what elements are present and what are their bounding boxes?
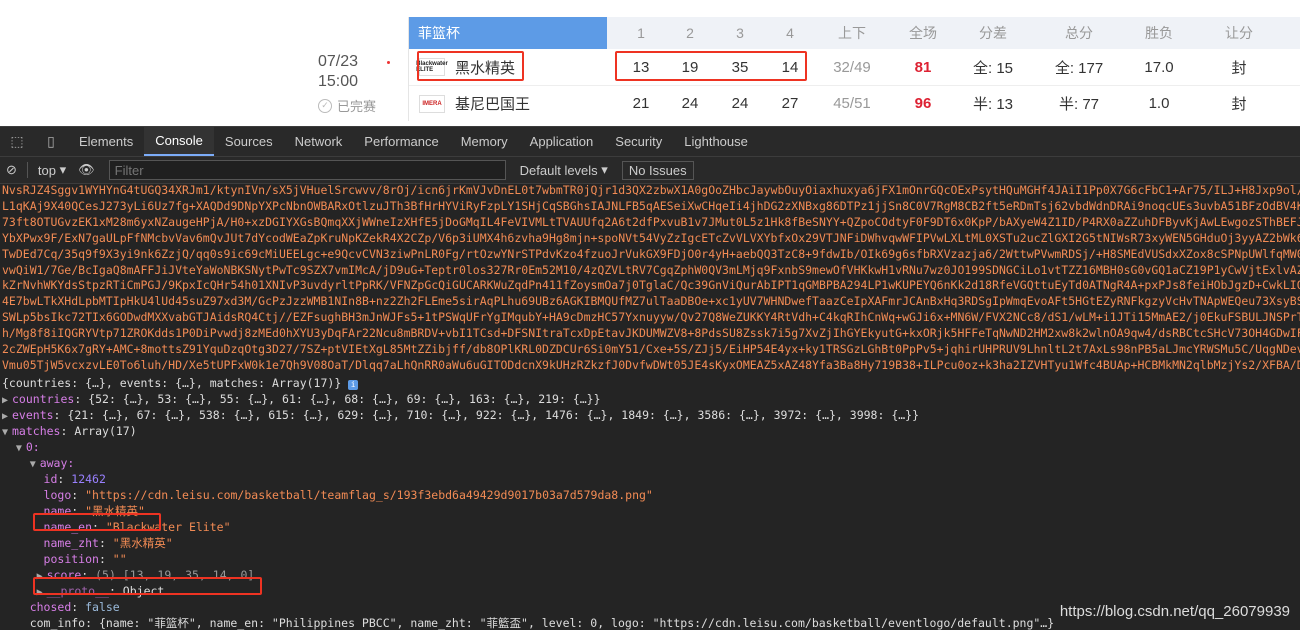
score-handicap: 封 [1231,96,1247,113]
match-date: 07/23 [318,53,359,70]
tab-elements[interactable]: Elements [68,127,144,156]
encoded-string-output: NvsRJZ4Sggv1WYHYnG4tUGQ34XRJm1/ktynIVn/s… [0,183,1300,375]
score-diff: 半: 13 [972,96,1014,113]
watermark: https://blog.csdn.net/qq_26079939 [1059,603,1290,620]
header-q3: 3 [736,25,744,41]
toolbar-divider [26,162,28,178]
tree-field-name-en[interactable]: name_en: "Blackwater Elite" [0,519,1300,535]
clear-console-icon[interactable]: ⊘ [0,162,23,178]
away-fields: id: 12462 logo: "https://cdn.leisu.com/b… [0,471,1300,567]
header-win-loss: 胜负 [1145,25,1173,41]
score-win-loss: 17.0 [1144,58,1174,76]
tab-security[interactable]: Security [604,127,673,156]
score-table: 菲篮杯 1 2 3 4 上下 全场 分差 总分 胜负 让分 Blackwater… [408,17,1300,121]
score-q1: 21 [632,95,650,112]
tree-matches[interactable]: ▼ matches: Array(17) [0,423,1300,439]
check-circle-icon: ✓ [318,98,332,113]
encoded-line: kZrNvhWKYdsStpzRTiCmPGJ/9KpxIcQHr54h01XN… [2,278,1300,293]
encoded-line: 2cZWEpH5K6x7gRY+AMC+8mottsZ91YquDzqOtg3D… [2,342,1300,357]
team-logo-icon: IMERA [419,94,445,113]
device-toolbar-icon[interactable]: ▯ [34,127,68,156]
score-half: 32/49 [833,58,871,76]
tab-network[interactable]: Network [284,127,354,156]
header-total: 全场 [909,25,937,41]
encoded-line: YbXPwx9F/ExN7gaULpFfNMcbvVav6mQvJUt7dYco… [2,230,1300,245]
encoded-line: 73ft8OTUGvzEK1xM28m6yxNZaugeHPjA/H0+xzDG… [2,214,1300,229]
header-q2: 2 [686,25,694,41]
tab-application[interactable]: Application [519,127,605,156]
header-diff: 分差 [979,25,1007,41]
header-half: 上下 [838,25,866,41]
log-levels-dropdown[interactable]: Default levels ▾ [514,162,614,178]
score-diff: 全: 15 [972,59,1014,77]
live-expression-eye-icon[interactable]: 👁 [72,162,101,178]
match-status-label: 已完赛 [337,99,377,114]
devtools-panel: ⬚ ▯ Elements Console Sources Network Per… [0,126,1300,630]
tree-events[interactable]: ▶ events: {21: {…}, 67: {…}, 538: {…}, 61… [0,407,1300,423]
result-summary[interactable]: {countries: {…}, events: {…}, matches: A… [0,375,1300,391]
highlight-box-name [33,513,161,531]
match-time: 15:00 [318,73,359,90]
header-sum: 总分 [1065,25,1093,41]
score-win-loss: 1.0 [1148,95,1170,112]
tab-sources[interactable]: Sources [214,127,284,156]
issues-button[interactable]: No Issues [621,160,694,180]
encoded-line: 4E7bwLTkXHdLpbMTIpHkU4lUd45suZ97xd3M/GcP… [2,294,1300,309]
tree-field-position[interactable]: position: "" [0,551,1300,567]
console-toolbar: ⊘ top ▾ 👁 Default levels ▾ No Issues [0,157,1300,184]
team-name[interactable]: 基尼巴国王 [455,93,530,114]
score-page: 07/23 15:00 ✓ 已完赛 菲篮杯 1 2 3 4 上下 全场 分差 总… [0,0,1300,126]
score-total: 96 [914,95,932,112]
encoded-line: vwQiW1/7Ge/BcIgaQ8mAFFJiJVteYaWoNBKSNytP… [2,262,1300,277]
info-badge-icon[interactable]: i [348,380,359,390]
highlight-box-scores [615,51,807,81]
team-row-away[interactable]: Blackwater ELITE 黑水精英 13 19 35 14 32/49 … [409,49,1300,86]
tab-memory[interactable]: Memory [450,127,519,156]
context-selector[interactable]: top ▾ [32,162,72,178]
team-home[interactable]: IMERA 基尼巴国王 [419,86,599,121]
tree-countries[interactable]: ▶ countries: {52: {…}, 53: {…}, 55: {…}, … [0,391,1300,407]
team-row-home[interactable]: IMERA 基尼巴国王 21 24 24 27 45/51 96 半: 13 半… [409,86,1300,121]
score-half: 45/51 [833,95,871,112]
context-label: top [37,162,56,178]
encoded-line: SWLp5bsIkc72TIx6GODwdMXXvabGTJAidsRQ4Ctj… [2,310,1300,325]
league-label[interactable]: 菲篮杯 [409,17,607,49]
console-output[interactable]: NvsRJZ4Sggv1WYHYnG4tUGQ34XRJm1/ktynIVn/s… [0,183,1300,630]
encoded-line: h/Mg8f8iIQGRYVtp71ZROKdds1P0DiPvwdj8zMEd… [2,326,1300,341]
encoded-line: L1qKAj9X40QCesJ273yLi6Uz7fg+XAQDd9DNpYXP… [2,198,1300,213]
score-total: 81 [914,58,932,76]
tree-field-id[interactable]: id: 12462 [0,471,1300,487]
tree-field-name-zht[interactable]: name_zht: "黑水精英" [0,535,1300,551]
score-sum: 全: 177 [1054,59,1104,77]
match-time-block: 07/23 15:00 ✓ 已完赛 [318,52,388,115]
score-q4: 27 [781,95,799,112]
header-q4: 4 [786,25,794,41]
tree-field-name[interactable]: name: "黑水精英" [0,503,1300,519]
tree-field-logo[interactable]: logo: "https://cdn.leisu.com/basketball/… [0,487,1300,503]
tab-console[interactable]: Console [144,127,214,156]
encoded-line: TwDEd7Cq/35q9f9X3yi9nk6ZzjQ/qq0s9ic69cMi… [2,246,1300,261]
match-status: ✓ 已完赛 [318,96,388,115]
encoded-line: NvsRJZ4Sggv1WYHYnG4tUGQ34XRJm1/ktynIVn/s… [2,183,1300,197]
header-q1: 1 [637,25,645,41]
tree-away[interactable]: ▼ away: [0,455,1300,471]
score-sum: 半: 77 [1058,96,1100,113]
console-filter-input[interactable] [108,160,506,180]
inspect-element-icon[interactable]: ⬚ [0,127,34,156]
score-q2: 24 [681,95,699,112]
score-header-row: 菲篮杯 1 2 3 4 上下 全场 分差 总分 胜负 让分 [409,17,1300,49]
tree-match-0[interactable]: ▼ 0: [0,439,1300,455]
score-q3: 24 [731,95,749,112]
tab-performance[interactable]: Performance [353,127,449,156]
highlight-box-team [417,51,524,81]
devtools-tabbar: ⬚ ▯ Elements Console Sources Network Per… [0,126,1300,157]
log-levels-label: Default levels [519,162,598,178]
header-handicap: 让分 [1225,25,1253,41]
tab-lighthouse[interactable]: Lighthouse [673,127,759,156]
score-handicap: 封 [1231,59,1247,77]
highlight-box-score [33,577,262,595]
live-dot-icon [387,61,390,64]
encoded-line: Vmu05TjW5vcxzvLE0To6luh/HD/Xe5tUPFxW0k1e… [2,357,1300,372]
